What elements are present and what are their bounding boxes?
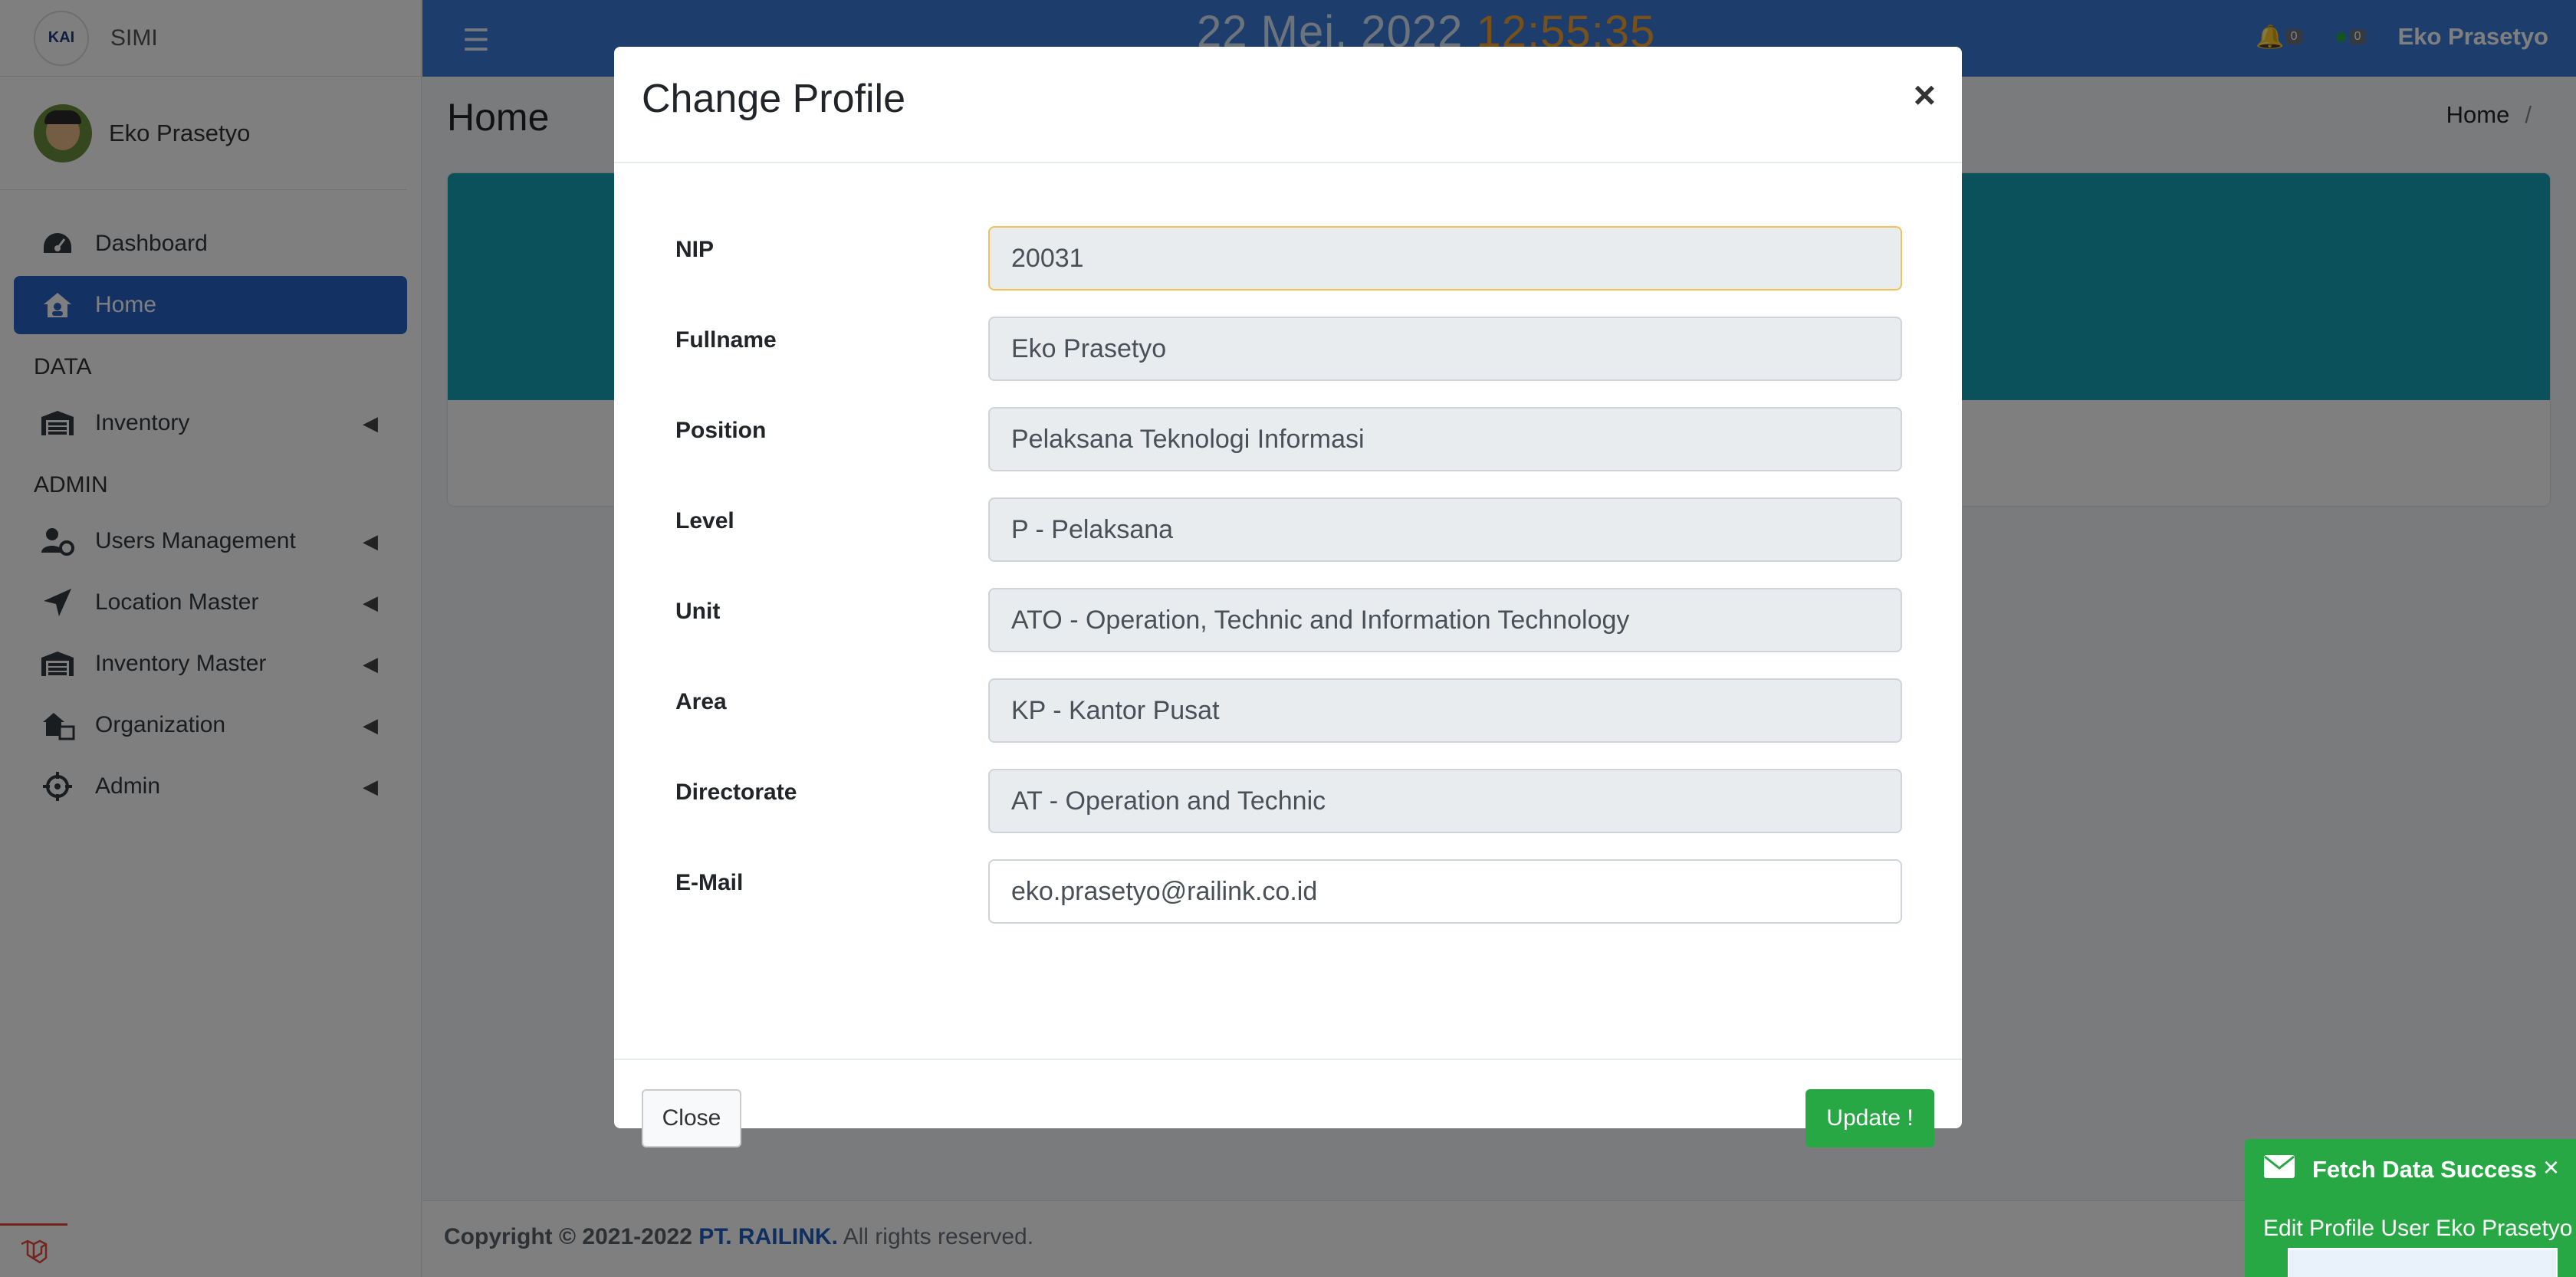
field-row-area: Area KP - Kantor Pusat (675, 678, 1902, 743)
close-icon[interactable]: × (1914, 73, 1936, 117)
field-row-directorate: Directorate AT - Operation and Technic (675, 769, 1902, 833)
modal-body: NIP 20031 Fullname Eko Prasetyo Position… (614, 163, 1962, 1060)
close-button[interactable]: Close (642, 1089, 741, 1147)
toast-title: Fetch Data Success (2312, 1156, 2537, 1183)
toast-notification: Fetch Data Success × Edit Profile User E… (2245, 1139, 2576, 1277)
fullname-label: Fullname (675, 327, 777, 353)
change-profile-modal: Change Profile × NIP 20031 Fullname Eko … (614, 47, 1962, 1147)
directorate-label: Directorate (675, 780, 797, 805)
envelope-icon (2263, 1154, 2295, 1185)
field-row-email: E-Mail eko.prasetyo@railink.co.id (675, 859, 1902, 924)
level-label: Level (675, 508, 734, 533)
email-field[interactable]: eko.prasetyo@railink.co.id (988, 859, 1902, 924)
position-field[interactable]: Pelaksana Teknologi Informasi (988, 407, 1902, 471)
modal-footer: Close Update ! (614, 1060, 1962, 1147)
field-row-unit: Unit ATO - Operation, Technic and Inform… (675, 588, 1902, 652)
fullname-field[interactable]: Eko Prasetyo (988, 317, 1902, 381)
update-button[interactable]: Update ! (1806, 1089, 1934, 1147)
position-label: Position (675, 418, 767, 443)
email-label: E-Mail (675, 870, 744, 895)
nip-label: NIP (675, 237, 715, 262)
level-field[interactable]: P - Pelaksana (988, 497, 1902, 562)
area-field[interactable]: KP - Kantor Pusat (988, 678, 1902, 743)
unit-label: Unit (675, 599, 721, 624)
modal-header: Change Profile × (614, 47, 1962, 163)
unit-field[interactable]: ATO - Operation, Technic and Information… (988, 588, 1902, 652)
toast-thumbnail (2288, 1248, 2558, 1277)
toast-close-icon[interactable]: × (2543, 1151, 2559, 1183)
modal-title: Change Profile (642, 77, 905, 121)
field-row-level: Level P - Pelaksana (675, 497, 1902, 562)
field-row-nip: NIP 20031 (675, 226, 1902, 291)
toast-body: Edit Profile User Eko Prasetyo (2263, 1216, 2573, 1241)
directorate-field[interactable]: AT - Operation and Technic (988, 769, 1902, 833)
toast-header: Fetch Data Success (2245, 1139, 2576, 1185)
field-row-position: Position Pelaksana Teknologi Informasi (675, 407, 1902, 471)
field-row-fullname: Fullname Eko Prasetyo (675, 317, 1902, 381)
nip-field[interactable]: 20031 (988, 226, 1902, 291)
area-label: Area (675, 689, 727, 714)
